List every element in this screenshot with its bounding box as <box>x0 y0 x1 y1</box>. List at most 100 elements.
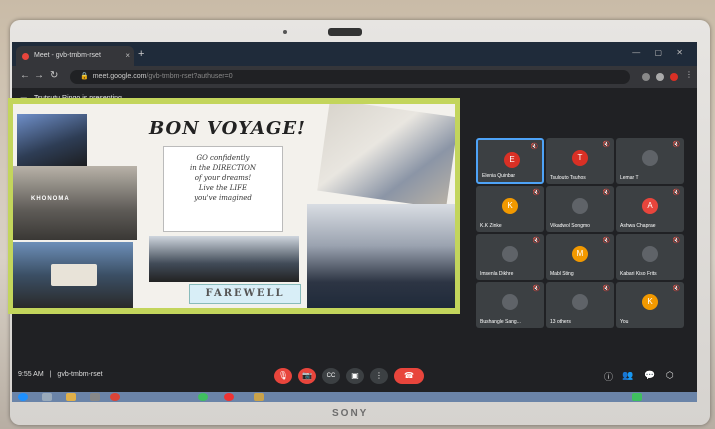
extension-icon[interactable] <box>642 73 650 81</box>
participant-avatar <box>572 294 588 310</box>
mic-muted-icon: 🔇 <box>672 142 680 148</box>
url-host: meet.google.com <box>92 73 147 80</box>
participant-avatar: K <box>502 198 518 214</box>
chat-icon[interactable]: 💬 <box>644 370 655 381</box>
webcam <box>328 28 362 36</box>
participant-avatar: E <box>504 152 520 168</box>
participant-tile[interactable]: 🔇 13 others <box>546 282 614 328</box>
url-field[interactable]: 🔒 meet.google.com/gvb-tmbm-rset?authuser=… <box>70 70 630 84</box>
participant-name: Tsulouto Tsuhos <box>550 175 586 181</box>
browser-menu-icon[interactable]: ⋮ <box>685 70 693 79</box>
participant-name: Elenia Quinbar <box>482 173 516 179</box>
window-controls[interactable]: — ▢ ✕ <box>632 48 689 57</box>
meeting-control-bar: 9:55 AM | gvb-tmbm-rset 🎙 📷 CC ▣ ⋮ ☎ ⓘ 👥… <box>12 360 697 392</box>
photo-group-indoor <box>149 236 299 282</box>
mic-muted-icon: 🔇 <box>530 144 538 150</box>
tab-close-icon[interactable]: × <box>125 46 130 66</box>
webcam-indicator <box>283 30 287 34</box>
url-path: /gvb-tmbm-rset?authuser=0 <box>146 73 233 80</box>
quote-line-2: in the DIRECTION <box>189 164 257 172</box>
participant-name: Mabl Sting <box>550 271 574 277</box>
participant-avatar <box>642 246 658 262</box>
photo-group-banner <box>13 242 133 308</box>
mic-muted-icon: 🔇 <box>602 190 610 196</box>
mic-muted-icon: 🔇 <box>602 238 610 244</box>
participant-tile[interactable]: 🔇 Lemar T <box>616 138 684 184</box>
participant-name: Bushangle Sang... <box>480 319 521 325</box>
end-call-button[interactable]: ☎ <box>394 368 424 384</box>
puzzle-icon[interactable] <box>656 73 664 81</box>
info-icon[interactable]: ⓘ <box>604 370 613 383</box>
participant-tile[interactable]: 🔇 Kabari Kiso Frits <box>616 234 684 280</box>
participant-avatar: A <box>642 198 658 214</box>
camera-button[interactable]: 📷 <box>298 368 316 384</box>
participant-avatar: K <box>642 294 658 310</box>
participant-tile[interactable]: A 🔇 Ashwa Chaprae <box>616 186 684 232</box>
profile-avatar[interactable] <box>670 73 678 81</box>
participant-name: Vikadwol Songmo <box>550 223 590 229</box>
participant-tile[interactable]: 🔇 Bushangle Sang... <box>476 282 544 328</box>
quote-line-4: Live the LIFE <box>198 184 248 192</box>
participant-avatar <box>642 150 658 166</box>
gate-sign-text: KHONOMA <box>31 196 70 202</box>
participant-name: K.K Zinke <box>480 223 502 229</box>
photo-students-row <box>307 204 455 308</box>
lock-icon: 🔒 <box>80 73 89 80</box>
mic-button[interactable]: 🎙 <box>274 368 292 384</box>
participant-name: You <box>620 319 629 325</box>
presentation-slide: KHONOMA BON VOYAGE! GO confidently in th… <box>8 98 460 314</box>
taskbar-folder-icon[interactable] <box>66 393 76 401</box>
mic-muted-icon: 🔇 <box>602 286 610 292</box>
participant-name: 13 others <box>550 319 571 325</box>
taskbar-chrome-icon[interactable] <box>110 393 120 401</box>
tab-title: Meet - gvb-tmbm-rset <box>34 52 101 59</box>
photo-stone-gate: KHONOMA <box>13 166 137 240</box>
taskbar-media-icon[interactable] <box>90 393 100 401</box>
browser-tab-bar: Meet - gvb-tmbm-rset × + — ▢ ✕ <box>12 42 697 66</box>
mic-muted-icon: 🔇 <box>672 190 680 196</box>
participant-avatar: M <box>572 246 588 262</box>
participant-tile[interactable]: 🔇 Vikadwol Songmo <box>546 186 614 232</box>
participant-name: Ashwa Chaprae <box>620 223 656 229</box>
quote-card: GO confidently in the DIRECTION of your … <box>163 146 283 232</box>
captions-button[interactable]: CC <box>322 368 340 384</box>
taskbar-ie-icon[interactable] <box>42 393 52 401</box>
back-arrow-icon[interactable]: ← <box>20 70 30 81</box>
browser-tab-meet[interactable]: Meet - gvb-tmbm-rset × <box>16 46 134 66</box>
slide-title: BON VOYAGE! <box>149 118 306 139</box>
taskbar-whatsapp-icon[interactable] <box>198 393 208 401</box>
mic-muted-icon: 🔇 <box>532 286 540 292</box>
participant-tile[interactable]: E 🔇 Elenia Quinbar <box>476 138 544 184</box>
reload-icon[interactable]: ↻ <box>50 70 58 81</box>
laptop-brand-logo: SONY <box>332 408 369 419</box>
mic-muted-icon: 🔇 <box>532 238 540 244</box>
mic-muted-icon: 🔇 <box>602 142 610 148</box>
people-icon[interactable]: 👥 <box>622 370 633 381</box>
recording-dot-icon <box>22 53 29 60</box>
new-tab-icon[interactable]: + <box>138 47 144 61</box>
participant-tile[interactable]: T 🔇 Tsulouto Tsuhos <box>546 138 614 184</box>
photo-group-on-ground <box>17 114 87 170</box>
participant-tile[interactable]: M 🔇 Mabl Sting <box>546 234 614 280</box>
taskbar-opera-icon[interactable] <box>224 393 234 401</box>
forward-arrow-icon[interactable]: → <box>34 70 44 81</box>
activities-icon[interactable]: ⬡ <box>666 370 674 381</box>
present-button[interactable]: ▣ <box>346 368 364 384</box>
more-options-button[interactable]: ⋮ <box>370 368 388 384</box>
participant-avatar <box>502 294 518 310</box>
meeting-time: 9:55 AM <box>18 371 44 378</box>
participant-tile[interactable]: 🔇 Imsenla Dikhre <box>476 234 544 280</box>
photo-classroom <box>317 104 455 209</box>
meeting-separator: | <box>49 371 52 378</box>
participant-tile[interactable]: K 🔇 You <box>616 282 684 328</box>
participant-avatar: T <box>572 150 588 166</box>
farewell-banner: FAREWELL <box>189 284 301 304</box>
participant-tile[interactable]: K 🔇 K.K Zinke <box>476 186 544 232</box>
start-icon[interactable] <box>18 393 28 401</box>
participant-avatar <box>572 198 588 214</box>
participant-name: Kabari Kiso Frits <box>620 271 657 277</box>
slide-collage: KHONOMA BON VOYAGE! GO confidently in th… <box>13 104 455 308</box>
meeting-code: gvb-tmbm-rset <box>57 371 103 378</box>
taskbar-files-icon[interactable] <box>254 393 264 401</box>
participant-name: Imsenla Dikhre <box>480 271 514 277</box>
